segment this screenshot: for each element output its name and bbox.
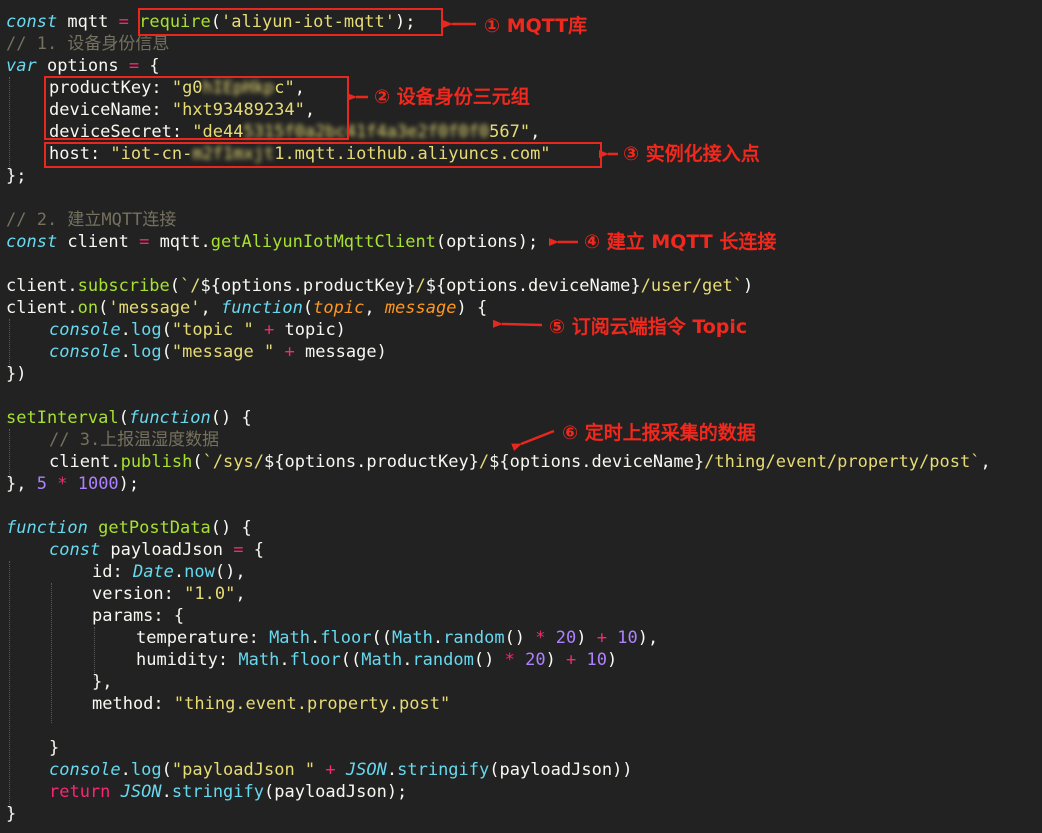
annotation-mqtt-library: ① MQTT库 bbox=[484, 15, 588, 37]
code-line-17[interactable]: }) bbox=[6, 363, 26, 385]
code-line-25[interactable]: const payloadJson = { bbox=[49, 539, 264, 561]
annotation-endpoint: ③ 实例化接入点 bbox=[623, 143, 760, 165]
code-line-37[interactable]: } bbox=[6, 803, 16, 825]
code-comment: // 3.上报温湿度数据 bbox=[49, 430, 220, 450]
code-line-20[interactable]: // 3.上报温湿度数据 bbox=[49, 429, 219, 451]
code-line-28[interactable]: params: { bbox=[92, 605, 184, 627]
annotation-subscribe-topic: ⑤ 订阅云端指令 Topic bbox=[549, 316, 748, 338]
code-line-31[interactable]: }, bbox=[92, 671, 112, 693]
code-line-26[interactable]: id: Date.now(), bbox=[92, 561, 246, 583]
code-line-2[interactable]: // 1. 设备身份信息 bbox=[6, 33, 169, 55]
annotation-mqtt-connection: ④ 建立 MQTT 长连接 bbox=[584, 231, 777, 253]
code-line-16[interactable]: console.log("message " + message) bbox=[49, 341, 387, 363]
code-comment: // 1. 设备身份信息 bbox=[6, 34, 170, 54]
code-line-32[interactable]: method: "thing.event.property.post" bbox=[92, 693, 450, 715]
code-line-3[interactable]: var options = { bbox=[6, 55, 160, 77]
annotation-report-data: ⑥ 定时上报采集的数据 bbox=[562, 422, 756, 444]
code-comment: // 2. 建立MQTT连接 bbox=[6, 210, 177, 230]
code-line-27[interactable]: version: "1.0", bbox=[92, 583, 246, 605]
code-line-13[interactable]: client.subscribe(`/${options.productKey}… bbox=[6, 275, 753, 297]
indent-guide bbox=[9, 77, 10, 173]
highlight-box-require bbox=[138, 8, 443, 36]
indent-guide bbox=[51, 583, 52, 723]
code-line-15[interactable]: console.log("topic " + topic) bbox=[49, 319, 346, 341]
code-line-8[interactable]: }; bbox=[6, 165, 26, 187]
code-line-30[interactable]: humidity: Math.floor((Math.random() * 20… bbox=[136, 649, 617, 671]
code-line-24[interactable]: function getPostData() { bbox=[6, 517, 252, 539]
code-line-19[interactable]: setInterval(function() { bbox=[6, 407, 252, 429]
code-line-10[interactable]: // 2. 建立MQTT连接 bbox=[6, 209, 176, 231]
code-line-35[interactable]: console.log("payloadJson " + JSON.string… bbox=[49, 759, 633, 781]
code-line-11[interactable]: const client = mqtt.getAliyunIotMqttClie… bbox=[6, 231, 538, 253]
code-line-29[interactable]: temperature: Math.floor((Math.random() *… bbox=[136, 627, 658, 649]
code-line-21[interactable]: client.publish(`/sys/${options.productKe… bbox=[49, 451, 991, 473]
highlight-box-host bbox=[44, 142, 602, 168]
code-line-36[interactable]: return JSON.stringify(payloadJson); bbox=[49, 781, 407, 803]
indent-guide bbox=[9, 561, 10, 811]
highlight-box-credentials bbox=[44, 76, 349, 140]
code-line-22[interactable]: }, 5 * 1000); bbox=[6, 473, 139, 495]
annotation-device-identity: ② 设备身份三元组 bbox=[374, 86, 530, 108]
code-line-14[interactable]: client.on('message', function(topic, mes… bbox=[6, 297, 487, 319]
code-line-34[interactable]: } bbox=[49, 737, 59, 759]
